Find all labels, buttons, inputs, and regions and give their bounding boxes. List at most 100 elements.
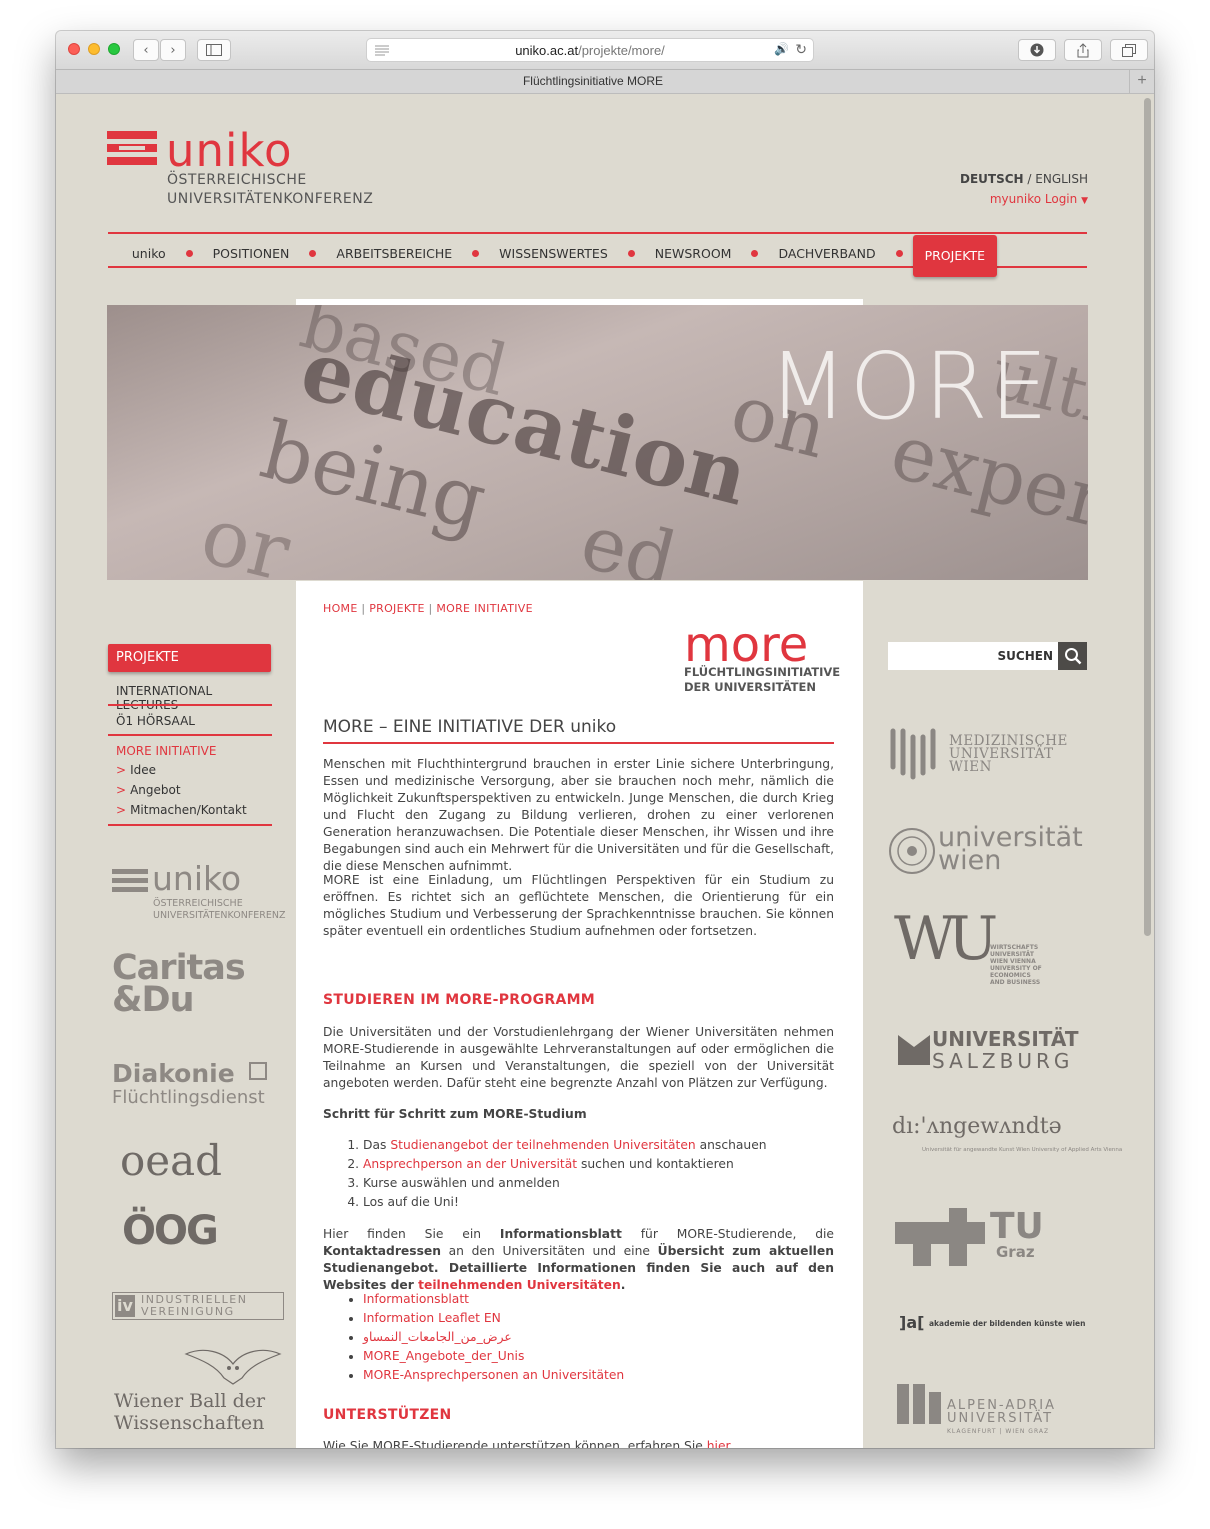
- nav-dot-icon: [895, 249, 903, 257]
- zoom-window-button[interactable]: [108, 43, 120, 55]
- p4-bold: Kontaktadressen: [323, 1244, 441, 1258]
- nav-top-line: [108, 232, 1087, 234]
- partner-oeog-logo[interactable]: ÖOG: [122, 1208, 219, 1254]
- language-switcher: DEUTSCH / ENGLISH: [960, 172, 1088, 186]
- search-box[interactable]: SUCHEN: [888, 642, 1087, 670]
- login-label: myuniko Login: [989, 192, 1078, 206]
- nav-item-uniko[interactable]: uniko: [122, 246, 176, 261]
- steps-title: Schritt für Schritt zum MORE-Studium: [323, 1107, 587, 1121]
- browser-window: ‹ › uniko.ac.at/projekte/more/ 🔊 ↻ Flüch…: [56, 31, 1154, 1448]
- lang-deutsch[interactable]: DEUTSCH: [960, 172, 1024, 186]
- nav-item-dachverband[interactable]: DACHVERBAND: [768, 246, 885, 261]
- share-button[interactable]: [1064, 39, 1102, 61]
- chevron-right-icon: ›: [170, 42, 176, 58]
- nav-item-newsroom[interactable]: NEWSROOM: [645, 246, 742, 261]
- partner-iv-logo[interactable]: iv INDUSTRIELLEN VEREINIGUNG: [112, 1292, 284, 1320]
- partner-caritas-logo[interactable]: Caritas &Du: [112, 951, 246, 1018]
- uni-salzburg-mark-icon: [898, 1035, 930, 1065]
- nav-item-arbeitsbereiche[interactable]: ARBEITSBEREICHE: [326, 246, 462, 261]
- teilnehmende-universitaeten-link[interactable]: teilnehmenden Universitäten: [418, 1278, 621, 1292]
- webpage: uniko ÖSTERREICHISCHE UNIVERSITÄTENKONFE…: [56, 94, 1154, 1448]
- uni-akbild-logo[interactable]: akademie der bildenden künste wien: [929, 1319, 1085, 1328]
- partner-oead-logo[interactable]: oead: [120, 1136, 222, 1185]
- sidebar-item-international-lectures[interactable]: INTERNATIONAL LECTURES: [108, 684, 272, 712]
- sidebar-subitem-mitmachen[interactable]: > Mitmachen/Kontakt: [116, 803, 247, 817]
- ansprechperson-link[interactable]: Ansprechperson an der Universität: [363, 1157, 577, 1171]
- iv-mark-icon: iv: [115, 1295, 135, 1317]
- nav-item-projekte[interactable]: PROJEKTE: [912, 235, 997, 277]
- close-window-button[interactable]: [68, 43, 80, 55]
- breadcrumb: HOME | PROJEKTE | MORE INITIATIVE: [323, 602, 533, 615]
- uni-angewandte-logo[interactable]: dı:'ʌngewʌndtə: [892, 1114, 1062, 1139]
- subitem-label: Mitmachen/Kontakt: [130, 803, 247, 817]
- svg-text:or: or: [192, 488, 299, 580]
- heading-unterstuetzen: UNTERSTÜTZEN: [323, 1407, 452, 1423]
- sidebar-toggle-button[interactable]: [197, 39, 231, 61]
- uniko-logo-mark-icon: [107, 131, 157, 165]
- uni-angewandte-subtitle: Universität für angewandte Kunst Wien Un…: [922, 1147, 1123, 1153]
- sidebar-divider: [108, 704, 272, 706]
- reload-icon[interactable]: ↻: [795, 41, 807, 58]
- uni-aau-logo[interactable]: ALPEN-ADRIA UNIVERSITÄT KLAGENFURT | WIE…: [947, 1399, 1056, 1438]
- breadcrumb-projekte[interactable]: PROJEKTE: [369, 602, 425, 615]
- new-tab-button[interactable]: +: [1129, 70, 1154, 93]
- chevron-right-icon: >: [116, 763, 127, 777]
- myuniko-login-link[interactable]: myuniko Login ▼: [990, 192, 1088, 206]
- forward-button[interactable]: ›: [160, 39, 186, 61]
- uni-wien-logo[interactable]: universität wien: [938, 824, 1083, 874]
- uni-salzburg-logo[interactable]: UNIVERSITÄT SALZBURG: [932, 1028, 1078, 1072]
- aau-line3: KLAGENFURT | WIEN GRAZ: [947, 1428, 1050, 1435]
- search-button[interactable]: [1058, 642, 1087, 670]
- vertical-scrollbar[interactable]: [1144, 98, 1151, 936]
- partner-uniko-sub1: ÖSTERREICHISCHE: [153, 898, 243, 909]
- sidebar-item-more-initiative[interactable]: MORE INITIATIVE: [108, 744, 272, 758]
- address-bar[interactable]: uniko.ac.at/projekte/more/ 🔊 ↻: [366, 38, 814, 62]
- reader-icon: [375, 45, 389, 56]
- arabic-offer-link[interactable]: عرض_من_الجامعات_النمساو: [363, 1330, 512, 1344]
- partner-diakonie-logo[interactable]: Diakonie: [112, 1059, 235, 1088]
- nav-item-wissenswertes[interactable]: WISSENSWERTES: [489, 246, 618, 261]
- meduni-wien-mark-icon: [890, 728, 936, 780]
- diakonie-cross-icon: [249, 1062, 267, 1080]
- studienangebot-link[interactable]: Studienangebot der teilnehmenden Univers…: [390, 1138, 695, 1152]
- owl-icon: [184, 1349, 282, 1385]
- breadcrumb-home[interactable]: HOME: [323, 602, 358, 615]
- tabs-icon: [1122, 43, 1136, 57]
- p5-text: Wie Sie MORE-Studierende unterstützen kö…: [323, 1439, 707, 1448]
- sidebar-subitem-angebot[interactable]: > Angebot: [116, 783, 181, 797]
- uni-wu-logo[interactable]: WU: [894, 904, 998, 974]
- partner-wiener-ball-logo[interactable]: Wiener Ball der Wissenschaften: [114, 1390, 265, 1434]
- sidebar-item-projekte[interactable]: PROJEKTE: [108, 644, 271, 672]
- lang-english[interactable]: ENGLISH: [1035, 172, 1088, 186]
- nav-item-positionen[interactable]: POSITIONEN: [203, 246, 300, 261]
- audio-icon[interactable]: 🔊: [774, 42, 789, 56]
- p4-text: Hier finden Sie ein: [323, 1227, 500, 1241]
- article-paragraph-1: Menschen mit Fluchthintergrund brauchen …: [323, 757, 834, 873]
- more-angebote-link[interactable]: MORE_Angebote_der_Unis: [363, 1349, 524, 1363]
- downloads-button[interactable]: [1018, 39, 1056, 61]
- minimize-window-button[interactable]: [88, 43, 100, 55]
- download-list-item: عرض_من_الجامعات_النمساو: [363, 1329, 834, 1346]
- chevron-right-icon: >: [116, 803, 127, 817]
- url-domain: uniko.ac.at: [515, 42, 579, 58]
- uni-wien-seal-icon: [889, 828, 935, 874]
- more-ansprechpersonen-link[interactable]: MORE-Ansprechpersonen an Universitäten: [363, 1368, 624, 1382]
- uni-wu-subtitle: WIRTSCHAFTS UNIVERSITÄT WIEN VIENNA UNIV…: [990, 944, 1042, 986]
- uni-tu-graz-logo[interactable]: TU Graz: [990, 1209, 1044, 1260]
- partner-uniko-logo[interactable]: uniko: [152, 859, 241, 898]
- informationsblatt-link[interactable]: Informationsblatt: [363, 1292, 469, 1306]
- sidebar-subitem-idee[interactable]: > Idee: [116, 763, 156, 777]
- information-leaflet-en-link[interactable]: Information Leaflet EN: [363, 1311, 501, 1325]
- iv-line2: VEREINIGUNG: [141, 1305, 235, 1318]
- download-list-item: MORE_Angebote_der_Unis: [363, 1348, 834, 1365]
- aau-line2: UNIVERSITÄT: [947, 1411, 1054, 1426]
- tab-title[interactable]: Flüchtlingsinitiative MORE: [56, 74, 1130, 88]
- hier-link[interactable]: hier: [707, 1439, 731, 1448]
- tabs-overview-button[interactable]: [1110, 39, 1148, 61]
- uniko-logo[interactable]: uniko: [166, 124, 293, 177]
- sidebar-item-oe1-hoersaal[interactable]: Ö1 HÖRSAAL: [108, 714, 272, 728]
- more-sub-line1: FLÜCHTLINGSINITIATIVE: [684, 665, 841, 679]
- back-button[interactable]: ‹: [133, 39, 159, 61]
- breadcrumb-more-initiative[interactable]: MORE INITIATIVE: [436, 602, 533, 615]
- uni-meduni-wien-logo[interactable]: MEDIZINISCHE UNIVERSITÄT WIEN: [949, 734, 1068, 774]
